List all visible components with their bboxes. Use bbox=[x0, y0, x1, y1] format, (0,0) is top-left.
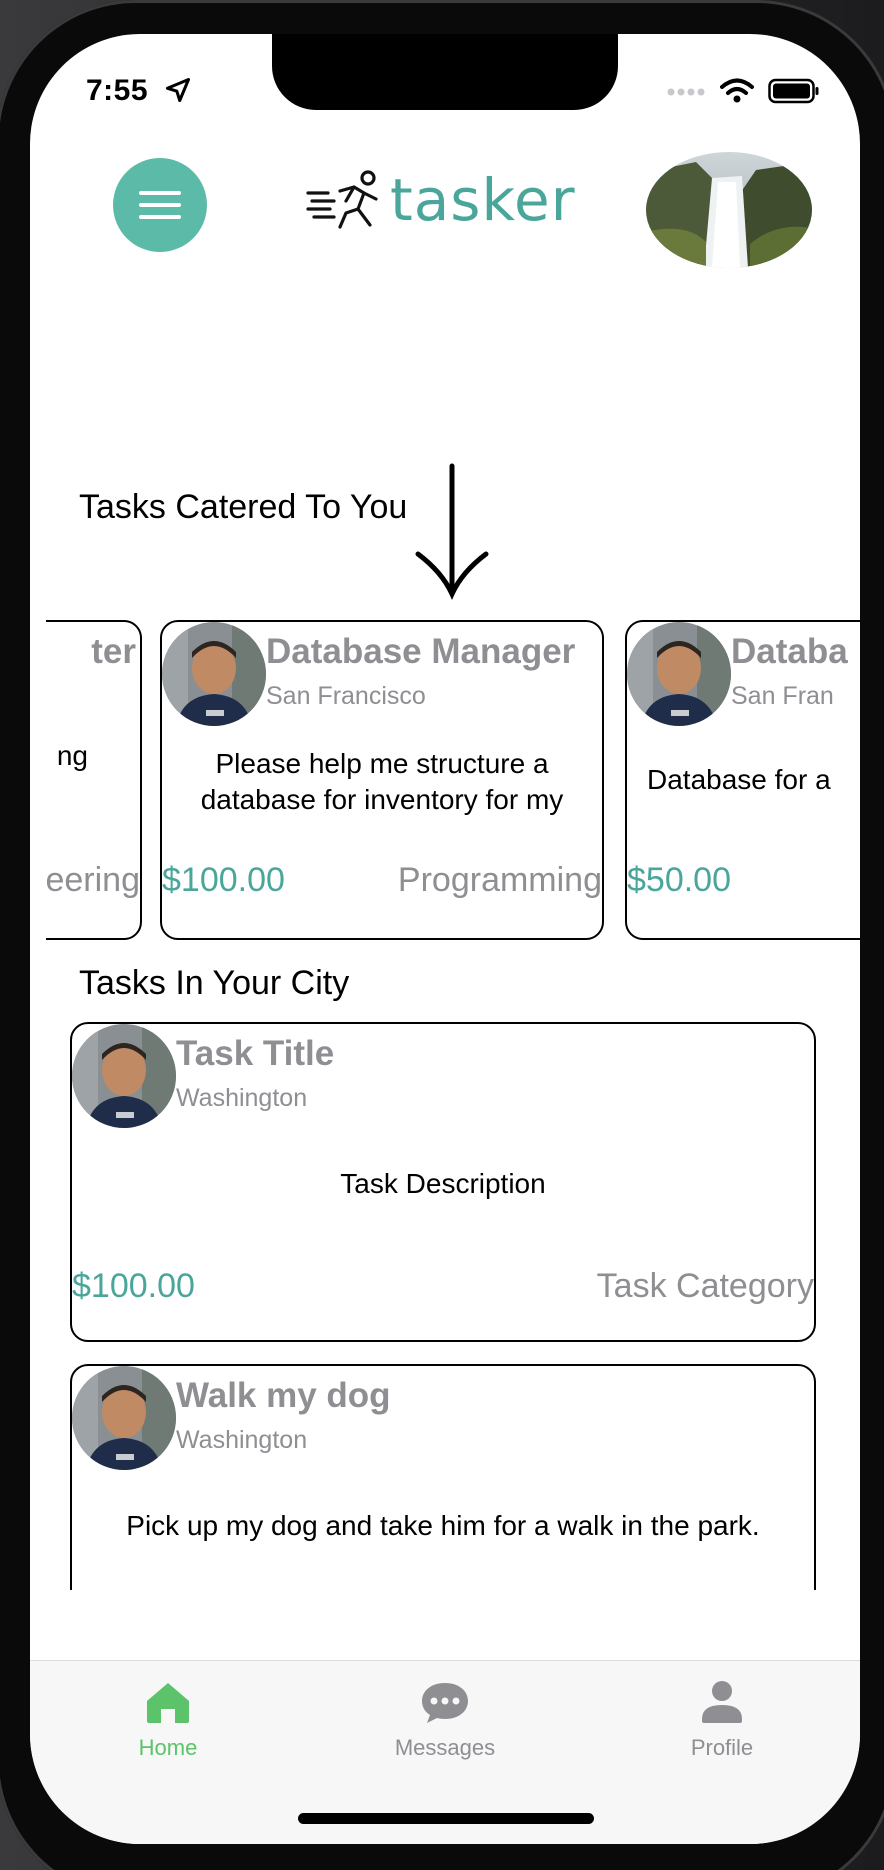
person-photo-icon bbox=[72, 1024, 176, 1128]
poster-avatar bbox=[162, 622, 266, 726]
tab-profile[interactable]: Profile bbox=[642, 1679, 802, 1761]
battery-icon bbox=[768, 78, 819, 104]
app-logo: tasker bbox=[306, 166, 576, 234]
notch bbox=[272, 34, 618, 110]
card-category: eering bbox=[46, 861, 140, 899]
catered-section-title: Tasks Catered To You bbox=[79, 488, 408, 526]
wifi-icon bbox=[720, 78, 754, 103]
card-title: Databa bbox=[731, 632, 848, 671]
city-task-card[interactable]: Walk my dog Washington Pick up my dog an… bbox=[70, 1364, 816, 1590]
poster-avatar bbox=[627, 622, 731, 726]
card-description: Pick up my dog and take him for a walk i… bbox=[126, 1510, 760, 1541]
card-title: Walk my dog bbox=[176, 1376, 391, 1415]
card-city: Washington bbox=[176, 1084, 308, 1112]
card-category: Programming bbox=[397, 861, 602, 899]
city-task-card[interactable]: Task Title Washington Task Description $… bbox=[70, 1022, 816, 1342]
person-photo-icon bbox=[627, 622, 731, 726]
city-task-list[interactable]: Task Title Washington Task Description $… bbox=[70, 1022, 820, 1590]
profile-avatar-button[interactable] bbox=[646, 152, 812, 268]
poster-avatar bbox=[72, 1024, 176, 1128]
logo-text: tasker bbox=[390, 166, 576, 234]
status-time: 7:55 bbox=[86, 74, 149, 107]
card-description: ng bbox=[56, 740, 88, 771]
person-photo-icon bbox=[162, 622, 266, 726]
card-description: Task Description bbox=[340, 1168, 546, 1199]
card-price: $100.00 bbox=[72, 1267, 195, 1305]
card-city: San Fran bbox=[731, 682, 834, 710]
card-category: Task Category bbox=[596, 1267, 814, 1305]
catered-card[interactable]: Database Manager San Francisco Please he… bbox=[160, 620, 604, 940]
tab-home[interactable]: Home bbox=[88, 1679, 248, 1761]
card-description: Database for a bbox=[647, 764, 831, 795]
tab-label: Profile bbox=[690, 1735, 754, 1760]
home-icon bbox=[147, 1683, 189, 1723]
location-arrow-icon bbox=[165, 77, 191, 103]
card-city: Washington bbox=[176, 1426, 308, 1454]
tab-label: Home bbox=[138, 1735, 198, 1760]
waterfall-profile-image bbox=[646, 152, 812, 268]
person-photo-icon bbox=[72, 1366, 176, 1470]
card-price: $100.00 bbox=[162, 861, 285, 899]
catered-card-partial-right[interactable]: Databa San Fran Database for a $50.00 bbox=[625, 620, 860, 940]
catered-carousel[interactable]: ter ng eering Database Manager San Franc… bbox=[46, 618, 860, 944]
device-background: 7:55 tasker Tasks Catered To You ter ng … bbox=[0, 0, 884, 1870]
card-price: $50.00 bbox=[627, 861, 731, 899]
card-title: Task Title bbox=[176, 1034, 335, 1073]
poster-avatar bbox=[72, 1366, 176, 1470]
chat-bubble-icon bbox=[422, 1683, 468, 1723]
card-title: ter bbox=[91, 632, 136, 671]
person-icon bbox=[702, 1681, 742, 1723]
tab-label: Messages bbox=[394, 1735, 496, 1760]
city-section-title: Tasks In Your City bbox=[79, 964, 350, 1002]
card-title: Database Manager bbox=[266, 632, 576, 671]
catered-card-partial-left[interactable]: ter ng eering bbox=[46, 620, 142, 940]
card-description: Please help me structure a database for … bbox=[200, 748, 564, 815]
card-city: San Francisco bbox=[266, 682, 426, 710]
home-indicator bbox=[298, 1813, 594, 1824]
hamburger-icon bbox=[139, 191, 181, 219]
phone-frame: 7:55 tasker Tasks Catered To You ter ng … bbox=[0, 0, 884, 1870]
cellular-signal-icon bbox=[667, 88, 705, 96]
down-arrow-annotation-icon bbox=[415, 463, 489, 601]
tab-messages[interactable]: Messages bbox=[365, 1679, 525, 1761]
status-icons bbox=[666, 78, 820, 104]
menu-button[interactable] bbox=[113, 158, 207, 252]
running-man-icon bbox=[306, 170, 378, 229]
phone-screen: 7:55 tasker Tasks Catered To You ter ng … bbox=[30, 34, 860, 1844]
